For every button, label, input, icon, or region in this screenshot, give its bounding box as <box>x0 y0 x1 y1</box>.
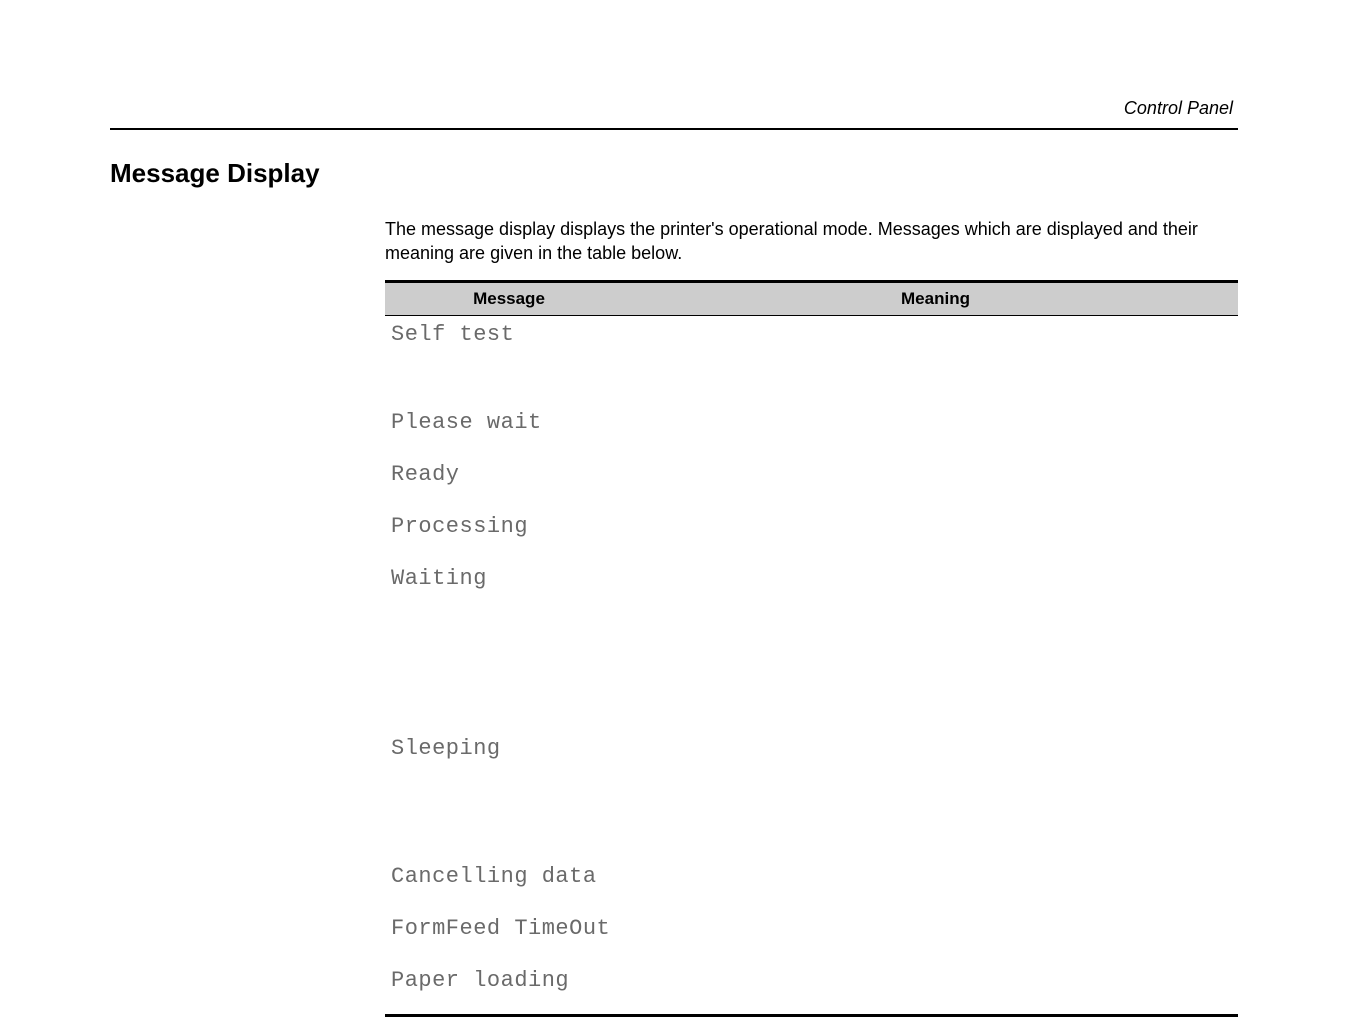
header-rule <box>110 128 1238 130</box>
table-row: Waiting <box>385 560 1238 728</box>
message-cell: Paper loading <box>385 962 633 1016</box>
meaning-cell <box>633 404 1238 456</box>
meaning-cell <box>633 728 1238 858</box>
message-cell: Ready <box>385 456 633 508</box>
meaning-cell <box>633 560 1238 728</box>
section-intro: The message display displays the printer… <box>385 217 1238 266</box>
table-header-meaning: Meaning <box>633 281 1238 315</box>
meaning-cell <box>633 962 1238 1016</box>
table-row: Sleeping <box>385 728 1238 858</box>
meaning-cell <box>633 456 1238 508</box>
table-row: Please wait <box>385 404 1238 456</box>
page-header-section: Control Panel <box>1124 98 1233 119</box>
table-row: Paper loading <box>385 962 1238 1016</box>
section-title: Message Display <box>110 158 1238 189</box>
meaning-cell <box>633 508 1238 560</box>
table-header-message: Message <box>385 281 633 315</box>
meaning-cell <box>633 858 1238 910</box>
table-row: Self test <box>385 315 1238 404</box>
message-cell: Self test <box>385 315 633 404</box>
message-cell: Processing <box>385 508 633 560</box>
message-table: Message Meaning Self test Please wait Re… <box>385 280 1238 1017</box>
message-cell: Please wait <box>385 404 633 456</box>
message-cell: Cancelling data <box>385 858 633 910</box>
message-cell: Waiting <box>385 560 633 728</box>
table-row: Processing <box>385 508 1238 560</box>
message-cell: Sleeping <box>385 728 633 858</box>
meaning-cell <box>633 315 1238 404</box>
table-row: Ready <box>385 456 1238 508</box>
table-row: Cancelling data <box>385 858 1238 910</box>
